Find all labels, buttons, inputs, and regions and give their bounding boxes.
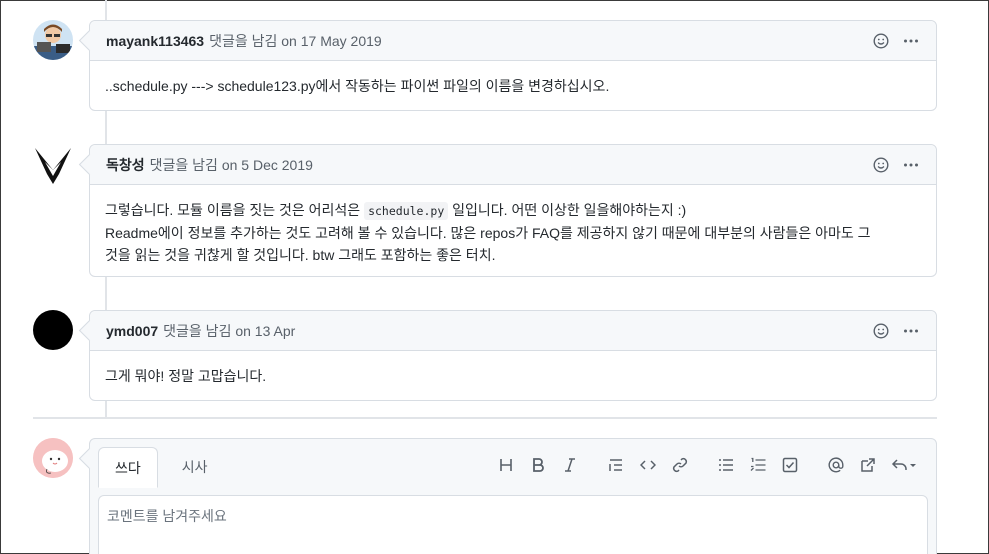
quote-icon[interactable] [606,455,626,475]
timeline-line [105,0,107,20]
comment-header: 독창성 댓글을 남김 on 5 Dec 2019 [90,145,936,185]
smiley-icon[interactable] [872,32,890,50]
task-list-icon[interactable] [780,455,800,475]
comment-body: 그렇습니다. 모듈 이름을 짓는 것은 어리석은 schedule.py 일입니… [90,185,936,281]
comment-text: 그렇습니다. 모듈 이름을 짓는 것은 어리석은 [105,202,365,218]
comment-author[interactable]: ymd007 [106,323,158,339]
timeline-line [105,111,107,145]
comment-body: 그게 뭐야! 정말 고맙습니다. [90,351,936,402]
comment-3: ymd007 댓글을 남김 on 13 Apr 그게 뭐야! 정말 고맙습니다. [89,310,937,401]
avatar-dokchangseong[interactable] [33,144,73,184]
cross-reference-icon[interactable] [858,455,878,475]
reply-icon[interactable] [890,455,918,475]
link-icon[interactable] [670,455,690,475]
kebab-horizontal-icon[interactable] [902,322,920,340]
unordered-list-icon[interactable] [716,455,736,475]
timeline-line [105,401,107,417]
tab-preview[interactable]: 시사 [166,447,224,487]
mention-icon[interactable] [826,455,846,475]
avatar-current-user[interactable] [33,438,73,478]
comment-body: ..schedule.py ---> schedule123.py에서 작동하는… [90,61,936,112]
comment-line: 것을 읽는 것을 귀찮게 할 것입니다. btw 그래도 포함하는 좋은 터치. [105,247,496,263]
smiley-icon[interactable] [872,322,890,340]
comment-placeholder: 코멘트를 남겨주세요 [107,508,227,524]
heading-icon[interactable] [496,455,516,475]
comment-line: 그렇습니다. 모듈 이름을 짓는 것은 어리석은 schedule.py 일입니… [105,199,921,222]
avatar-mayank113463[interactable] [33,20,73,60]
italic-icon[interactable] [560,455,580,475]
ordered-list-icon[interactable] [748,455,768,475]
comment-meta[interactable]: 댓글을 남김 on 5 Dec 2019 [150,155,313,175]
avatar-ymd007[interactable] [33,310,73,350]
comment-meta[interactable]: 댓글을 남김 on 13 Apr [163,321,295,341]
timeline-divider [33,417,937,419]
kebab-horizontal-icon[interactable] [902,32,920,50]
tab-write[interactable]: 쓰다 [98,447,158,488]
comment-meta[interactable]: 댓글을 남김 on 17 May 2019 [209,31,382,51]
comment-2: 독창성 댓글을 남김 on 5 Dec 2019 그렇습니다. 모듈 이름을 짓… [89,144,937,277]
comment-editor: 쓰다 시사 코멘트를 남겨주세요 [89,438,937,554]
comment-header: ymd007 댓글을 남김 on 13 Apr [90,311,936,351]
inline-code: schedule.py [364,202,449,220]
comment-text: 일입니다. 어떤 이상한 일을해야하는지 :) [448,202,687,218]
timeline-line [105,277,107,311]
code-icon[interactable] [638,455,658,475]
comment-1: mayank113463 댓글을 남김 on 17 May 2019 ..sch… [89,20,937,111]
kebab-horizontal-icon[interactable] [902,156,920,174]
comment-text: ..schedule.py ---> schedule123.py에서 작동하는… [105,78,610,94]
bold-icon[interactable] [528,455,548,475]
markdown-toolbar [490,455,924,475]
comment-author[interactable]: mayank113463 [106,33,204,49]
smiley-icon[interactable] [872,156,890,174]
comment-author[interactable]: 독창성 [106,155,145,175]
comment-text: 그게 뭐야! 정말 고맙습니다. [105,368,267,384]
comment-header: mayank113463 댓글을 남김 on 17 May 2019 [90,21,936,61]
comment-line: Readme에이 정보를 추가하는 것도 고려해 볼 수 있습니다. 많은 re… [105,225,871,241]
comment-textarea[interactable]: 코멘트를 남겨주세요 [98,495,928,554]
editor-tabs: 쓰다 시사 [98,447,224,488]
